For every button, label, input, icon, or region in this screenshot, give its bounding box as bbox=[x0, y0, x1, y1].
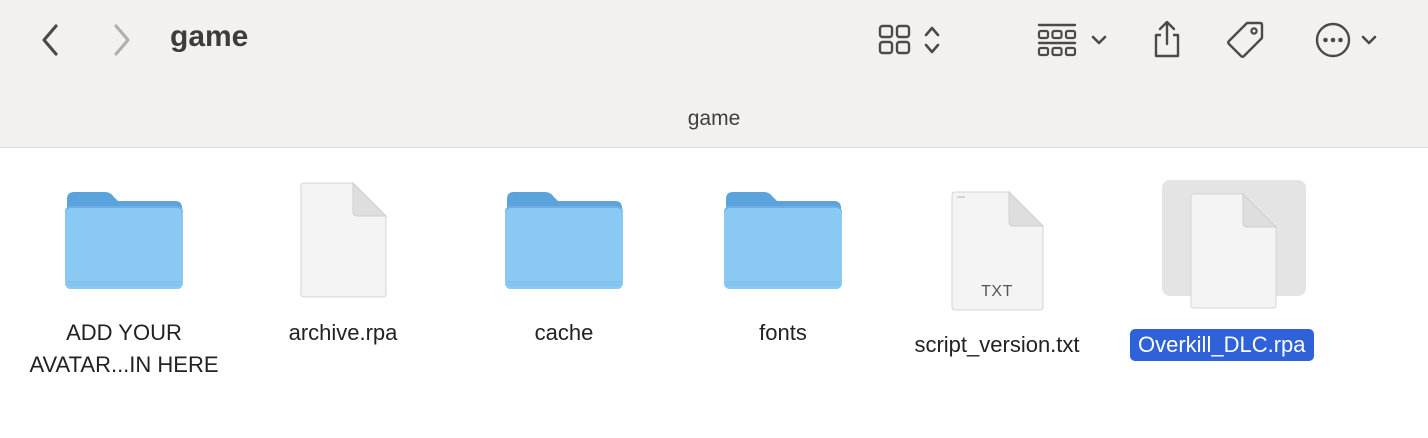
folder-icon bbox=[65, 192, 183, 289]
file-name: archive.rpa bbox=[288, 320, 398, 345]
file-type-badge: TXT bbox=[981, 283, 1013, 300]
ellipsis-circle-icon bbox=[1315, 22, 1351, 58]
folder-icon bbox=[724, 192, 842, 289]
share-icon bbox=[1154, 20, 1180, 58]
folder-icon bbox=[505, 192, 623, 289]
file-name-line-2: AVATAR...IN HERE bbox=[29, 352, 219, 377]
document-icon bbox=[1190, 193, 1278, 309]
file-name-line-1: ADD YOUR bbox=[66, 320, 182, 345]
file-item-fonts[interactable]: fonts bbox=[668, 149, 898, 359]
selected-file-name[interactable]: Overkill_DLC.rpa bbox=[1130, 329, 1314, 361]
file-item-cache[interactable]: cache bbox=[449, 149, 679, 359]
file-item-archive[interactable]: archive.rpa bbox=[228, 149, 458, 359]
text-file-icon: TXT bbox=[949, 191, 1045, 311]
more-actions-button[interactable] bbox=[1308, 18, 1384, 62]
file-item-script-version[interactable]: TXT script_version.txt bbox=[882, 149, 1112, 369]
up-down-chevron-icon bbox=[924, 26, 940, 54]
group-by-button[interactable] bbox=[1032, 18, 1112, 62]
chevron-left-icon bbox=[42, 24, 58, 56]
tag-icon bbox=[1227, 21, 1264, 58]
file-item-overkill-dlc[interactable]: Overkill_DLC.rpa bbox=[1118, 149, 1348, 369]
file-name: fonts bbox=[759, 320, 807, 345]
grid-view-icon bbox=[878, 24, 911, 55]
window-title: game bbox=[170, 20, 249, 53]
share-button[interactable] bbox=[1146, 16, 1188, 62]
file-item-avatar-folder[interactable]: ADD YOUR AVATAR...IN HERE bbox=[9, 149, 239, 389]
chevron-down-icon bbox=[1091, 35, 1107, 45]
path-bar-label: game bbox=[687, 107, 741, 130]
forward-button[interactable] bbox=[104, 20, 140, 60]
file-name: script_version.txt bbox=[914, 332, 1080, 357]
view-mode-button[interactable] bbox=[870, 18, 950, 62]
finder-toolbar: game game bbox=[0, 0, 1428, 148]
chevron-down-icon bbox=[1361, 35, 1377, 45]
tag-button[interactable] bbox=[1222, 16, 1268, 62]
document-icon bbox=[300, 182, 388, 298]
file-grid: ADD YOUR AVATAR...IN HERE archive.rpa ca… bbox=[0, 149, 1428, 438]
file-name: cache bbox=[534, 320, 594, 345]
chevron-right-icon bbox=[114, 24, 130, 56]
group-by-icon bbox=[1037, 23, 1077, 57]
back-button[interactable] bbox=[32, 20, 68, 60]
